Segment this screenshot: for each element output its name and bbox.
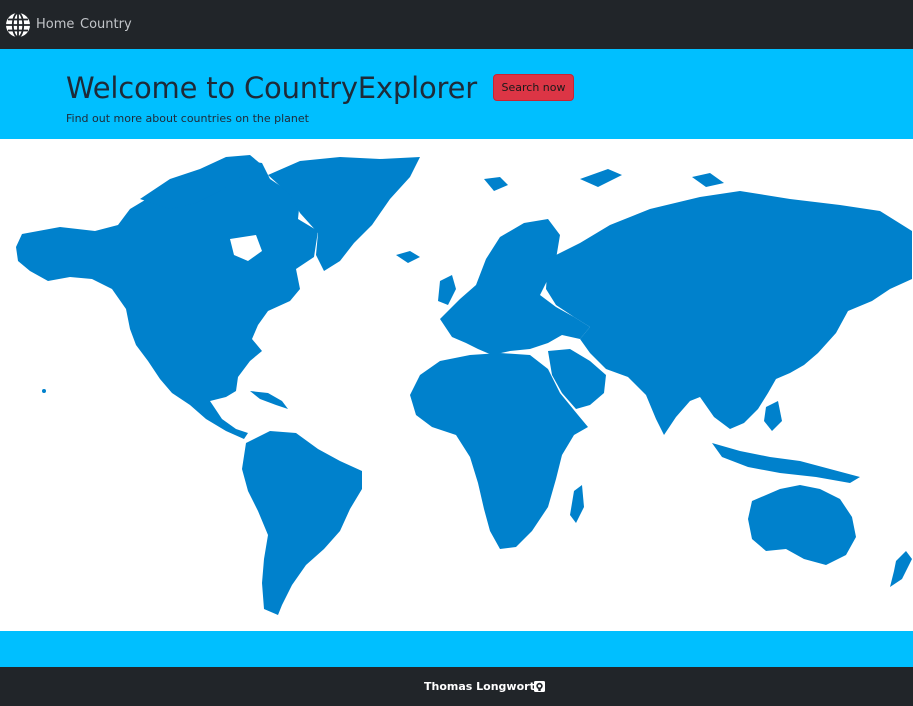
new-zealand-shape xyxy=(890,551,912,587)
github-icon[interactable] xyxy=(534,681,545,692)
footer-author: Thomas Longworth xyxy=(424,680,543,693)
caribbean-shape xyxy=(250,391,288,409)
nav-link-home[interactable]: Home xyxy=(36,17,74,33)
hero-subtitle: Find out more about countries on the pla… xyxy=(66,112,309,125)
asia-shape xyxy=(546,191,912,435)
hawaii-shape xyxy=(42,389,46,393)
globe-icon[interactable] xyxy=(5,12,31,38)
navbar: Home Country xyxy=(0,0,913,49)
se-asia-islands-shape xyxy=(712,443,860,483)
footer: Thomas Longworth xyxy=(0,667,913,706)
world-map-graphic xyxy=(16,155,912,615)
iceland-shape xyxy=(396,251,420,263)
australia-shape xyxy=(748,485,856,565)
uk-shape xyxy=(438,275,456,305)
south-america-shape xyxy=(242,431,362,615)
world-map xyxy=(0,139,913,631)
east-siberia-islands-shape xyxy=(692,173,724,187)
madagascar-shape xyxy=(570,485,584,523)
page-title: Welcome to CountryExplorer xyxy=(66,71,477,105)
search-now-button[interactable]: Search now xyxy=(493,74,574,101)
novaya-zemlya-shape xyxy=(580,169,622,187)
hero-banner: Welcome to CountryExplorer Search now Fi… xyxy=(0,49,913,139)
bottom-band xyxy=(0,631,913,667)
svalbard-shape xyxy=(484,177,508,191)
nav-link-country[interactable]: Country xyxy=(80,17,132,33)
philippines-shape xyxy=(764,401,782,431)
